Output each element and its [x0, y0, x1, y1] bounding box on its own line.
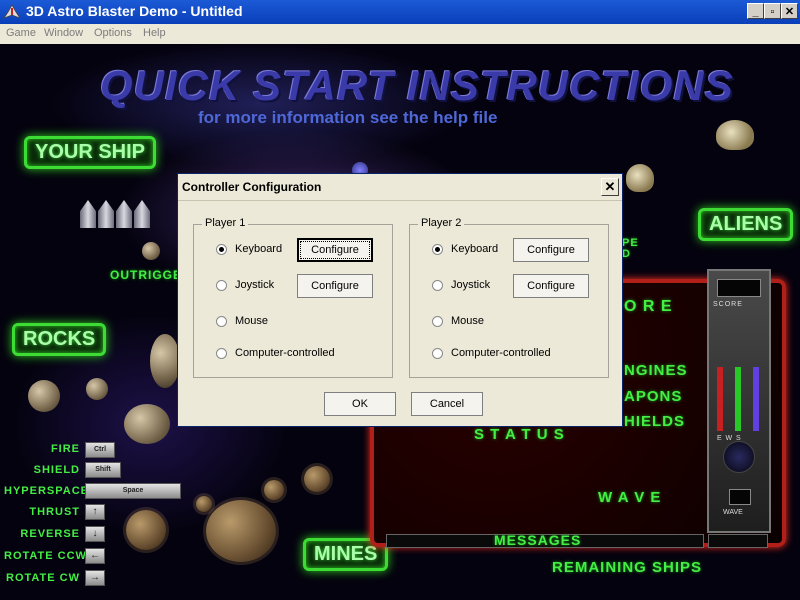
key-down-arrow: ↓ [85, 526, 105, 542]
controller-configuration-dialog: Controller Configuration ✕ Player 1 Keyb… [177, 173, 623, 427]
mine-sprite [264, 480, 284, 500]
status-label: S T A T U S [474, 426, 565, 443]
control-label-hyperspace: HYPERSPACE [4, 485, 89, 497]
radio-indicator[interactable] [432, 316, 443, 327]
radio-label: Computer-controlled [451, 347, 551, 359]
weapons-label: APONS [624, 388, 683, 405]
partial-label: PE D [622, 237, 639, 260]
dialog-titlebar[interactable]: Controller Configuration ✕ [178, 174, 622, 201]
close-window-button[interactable]: ✕ [781, 3, 798, 19]
key-up-arrow: ↑ [85, 504, 105, 520]
cancel-button[interactable]: Cancel [411, 392, 483, 416]
menu-help[interactable]: Help [143, 27, 166, 39]
key-shift: Shift [85, 462, 121, 478]
mine-sprite [304, 466, 330, 492]
radio-indicator[interactable] [432, 280, 443, 291]
ok-button[interactable]: OK [324, 392, 396, 416]
control-label-rotate-ccw: ROTATE CCW [4, 550, 87, 562]
mine-sprite [206, 500, 276, 562]
ship-sprite [116, 200, 132, 228]
outrigger-sprite [142, 242, 160, 260]
control-label-reverse: REVERSE [20, 528, 80, 540]
dialog-close-button[interactable]: ✕ [601, 178, 619, 196]
key-ctrl: Ctrl [85, 442, 115, 458]
ship-sprite [134, 200, 150, 228]
radio-indicator[interactable] [216, 348, 227, 359]
mine-sprite [196, 496, 212, 512]
aliens-badge: ALIENS [698, 208, 794, 241]
window-titlebar[interactable]: 3D Astro Blaster Demo - Untitled _ ▫ ✕ [0, 0, 800, 24]
key-left-arrow: ← [85, 548, 105, 564]
rock-sprite [28, 380, 60, 412]
key-space: Space [85, 483, 181, 499]
window-title: 3D Astro Blaster Demo - Untitled [26, 3, 243, 19]
radio-indicator[interactable] [432, 244, 443, 255]
player1-joystick-configure-button[interactable]: Configure [297, 274, 373, 298]
wave-label: W A V E [598, 489, 662, 506]
weapons-meter [735, 367, 741, 431]
rock-sprite [86, 378, 108, 400]
shields-label: HIELDS [624, 413, 686, 430]
player2-label: Player 2 [418, 217, 465, 229]
remaining-ships-bar [708, 534, 768, 548]
engines-label: NGINES [624, 362, 688, 379]
app-icon [4, 4, 20, 19]
dialog-title: Controller Configuration [182, 180, 322, 194]
rock-sprite [124, 404, 170, 444]
player2-keyboard-configure-button[interactable]: Configure [513, 238, 589, 262]
meter-column: SCORE E W S WAVE [707, 269, 771, 533]
radio-indicator[interactable] [216, 316, 227, 327]
shields-meter [753, 367, 759, 431]
score-display [717, 279, 761, 297]
score-caption: SCORE [713, 301, 743, 308]
wave-display [729, 489, 751, 505]
control-label-thrust: THRUST [29, 506, 80, 518]
ship-sprites [80, 194, 170, 234]
mine-sprite [126, 510, 166, 550]
player2-group: Player 2 Keyboard Joystick Mouse Compute… [409, 217, 609, 378]
outrigger-label: OUTRIGGE [110, 268, 183, 282]
radio-label: Mouse [451, 315, 485, 327]
menu-options[interactable]: Options [94, 27, 132, 39]
control-label-shield: SHIELD [33, 464, 80, 476]
engines-meter [717, 367, 723, 431]
radio-indicator[interactable] [216, 280, 227, 291]
key-right-arrow: → [85, 570, 105, 586]
rock-sprite [150, 334, 180, 388]
score-label: O R E [624, 298, 673, 315]
player1-group: Player 1 Keyboard Joystick Mouse Compute… [193, 217, 393, 378]
menu-window[interactable]: Window [44, 27, 83, 39]
alien-sprite [626, 164, 654, 192]
your-ship-badge: YOUR SHIP [24, 136, 157, 169]
radio-label: Keyboard [451, 243, 499, 255]
player2-joystick-configure-button[interactable]: Configure [513, 274, 589, 298]
menubar: Game Window Options Help [0, 24, 800, 44]
wave-caption: WAVE [723, 509, 743, 516]
radio-label: Mouse [235, 315, 269, 327]
radio-indicator[interactable] [432, 348, 443, 359]
ship-sprite [98, 200, 114, 228]
alien-sprite [716, 120, 754, 150]
player1-keyboard-configure-button[interactable]: Configure [297, 238, 373, 262]
subline: for more information see the help file [198, 108, 498, 127]
radio-label: Joystick [235, 279, 275, 291]
radio-label: Computer-controlled [235, 347, 335, 359]
player1-label: Player 1 [202, 217, 249, 229]
menu-game[interactable]: Game [6, 27, 36, 39]
minimize-button[interactable]: _ [747, 3, 764, 19]
headline: QUICK START INSTRUCTIONS [100, 62, 734, 109]
rocks-badge: ROCKS [12, 323, 107, 356]
radio-label: Keyboard [235, 243, 283, 255]
control-label-rotate-cw: ROTATE CW [6, 572, 80, 584]
radio-indicator[interactable] [216, 244, 227, 255]
control-label-fire: FIRE [50, 443, 80, 455]
remaining-ships-label: REMAINING SHIPS [552, 559, 703, 576]
ship-sprite [80, 200, 96, 228]
messages-label: MESSAGES [494, 532, 582, 548]
status-orb [723, 441, 755, 473]
restore-button[interactable]: ▫ [764, 3, 781, 19]
radio-label: Joystick [451, 279, 491, 291]
